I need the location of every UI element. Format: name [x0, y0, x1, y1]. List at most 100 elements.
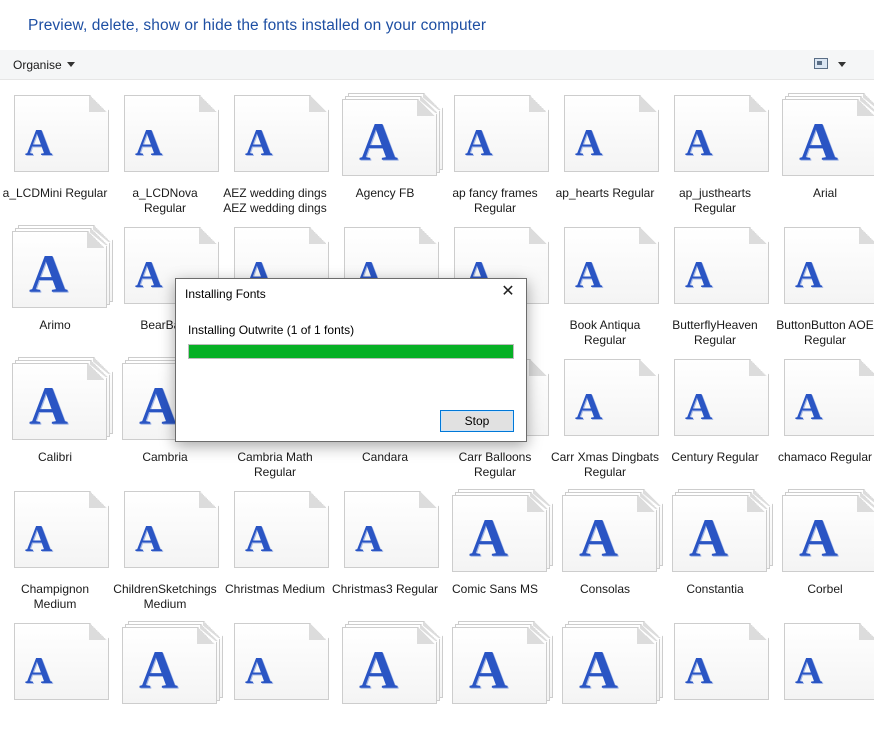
- font-name-label: Arimo: [39, 318, 71, 332]
- font-preview-glyph: A: [579, 640, 618, 700]
- font-name-label: Constantia: [686, 582, 744, 596]
- font-item[interactable]: A Arial: [770, 80, 874, 212]
- font-preview-glyph: A: [465, 122, 493, 164]
- font-item[interactable]: A Champignon Medium: [0, 476, 110, 611]
- document-sheet: A: [672, 495, 767, 572]
- font-file-icon: A: [12, 93, 110, 173]
- font-item[interactable]: A: [220, 608, 330, 729]
- font-item[interactable]: Aa_LCDNova Regular: [110, 80, 220, 215]
- font-file-icon: A: [452, 93, 550, 173]
- font-family-icon: A: [12, 225, 113, 308]
- font-item[interactable]: A Carr Xmas Dingbats Regular: [550, 344, 660, 479]
- font-file-icon: A: [122, 93, 220, 173]
- font-item[interactable]: Aap fancy frames Regular: [440, 80, 550, 215]
- font-item[interactable]: A Arimo: [0, 212, 113, 344]
- document-sheet: A: [782, 99, 874, 176]
- font-preview-glyph: A: [685, 386, 713, 428]
- close-icon[interactable]: ✕: [497, 283, 519, 301]
- install-status-text: Installing Outwrite (1 of 1 fonts): [188, 323, 355, 337]
- font-item[interactable]: A: [770, 608, 874, 729]
- font-family-icon: A: [12, 357, 113, 440]
- font-file-icon: A: [672, 93, 770, 173]
- font-item[interactable]: A Calibri: [0, 344, 113, 476]
- font-preview-glyph: A: [25, 518, 53, 560]
- font-preview-glyph: A: [25, 122, 53, 164]
- font-name-label: Century Regular: [671, 450, 759, 464]
- organise-menu-button[interactable]: Organise: [13, 58, 75, 72]
- font-item[interactable]: A Constantia: [660, 476, 773, 608]
- font-item[interactable]: Aap_justhearts Regular: [660, 80, 770, 215]
- font-item[interactable]: Aa_LCDMini Regular: [0, 80, 110, 212]
- font-item[interactable]: A: [330, 608, 443, 729]
- font-file-icon: A: [232, 621, 330, 701]
- font-preview-glyph: A: [139, 640, 178, 700]
- font-item[interactable]: A ChildrenSketchings Medium: [110, 476, 220, 611]
- font-name-label: chamaco Regular: [777, 450, 873, 464]
- font-file-icon: A: [12, 621, 110, 701]
- change-view-button[interactable]: [814, 58, 850, 72]
- font-item[interactable]: A ButterflyHeaven Regular: [660, 212, 770, 347]
- font-item[interactable]: A: [550, 608, 663, 729]
- stop-button[interactable]: Stop: [440, 410, 514, 432]
- font-preview-glyph: A: [685, 122, 713, 164]
- font-item[interactable]: A: [660, 608, 770, 729]
- document-sheet: A: [564, 359, 659, 436]
- document-sheet: A: [342, 99, 437, 176]
- document-sheet: A: [674, 227, 769, 304]
- font-item[interactable]: Achamaco Regular: [770, 344, 874, 476]
- font-item[interactable]: A AEZ wedding dings AEZ wedding dings: [220, 80, 330, 215]
- font-item[interactable]: Aap_hearts Regular: [550, 80, 660, 212]
- document-sheet: A: [344, 491, 439, 568]
- font-family-icon: A: [122, 621, 223, 704]
- font-preview-glyph: A: [575, 254, 603, 296]
- font-preview-glyph: A: [29, 244, 68, 304]
- font-item[interactable]: A: [440, 608, 553, 729]
- font-family-icon: A: [562, 621, 663, 704]
- font-preview-glyph: A: [575, 122, 603, 164]
- document-sheet: A: [12, 231, 107, 308]
- font-file-icon: A: [12, 489, 110, 569]
- font-preview-glyph: A: [245, 518, 273, 560]
- font-preview-glyph: A: [139, 376, 178, 436]
- installing-fonts-dialog: Installing Fonts ✕ Installing Outwrite (…: [175, 278, 527, 442]
- view-icon: [814, 58, 828, 69]
- font-item[interactable]: A Agency FB: [330, 80, 443, 212]
- font-file-icon: A: [342, 489, 440, 569]
- document-sheet: A: [782, 495, 874, 572]
- font-preview-glyph: A: [355, 518, 383, 560]
- document-sheet: A: [122, 627, 217, 704]
- font-item[interactable]: A: [0, 608, 110, 729]
- font-preview-glyph: A: [685, 254, 713, 296]
- toolbar: Organise: [0, 50, 874, 80]
- document-sheet: A: [784, 623, 874, 700]
- document-sheet: A: [12, 363, 107, 440]
- font-name-label: Consolas: [579, 582, 631, 596]
- font-preview-glyph: A: [795, 650, 823, 692]
- font-family-icon: A: [342, 93, 443, 176]
- font-name-label: Christmas3 Regular: [331, 582, 439, 596]
- font-preview-glyph: A: [799, 508, 838, 568]
- font-item[interactable]: A Century Regular: [660, 344, 770, 476]
- font-item[interactable]: A Comic Sans MS: [440, 476, 553, 608]
- font-item[interactable]: A Consolas: [550, 476, 663, 608]
- document-sheet: A: [124, 491, 219, 568]
- font-name-label: Cambria: [142, 450, 188, 464]
- font-preview-glyph: A: [25, 650, 53, 692]
- dialog-title: Installing Fonts: [185, 287, 266, 301]
- document-sheet: A: [452, 495, 547, 572]
- font-item[interactable]: A Corbel: [770, 476, 874, 608]
- document-sheet: A: [674, 623, 769, 700]
- font-name-label: Arial: [812, 186, 837, 200]
- font-preview-glyph: A: [245, 122, 273, 164]
- font-family-icon: A: [452, 489, 553, 572]
- font-item[interactable]: A: [110, 608, 223, 729]
- font-item[interactable]: A Book Antiqua Regular: [550, 212, 660, 347]
- font-name-label: Christmas Medium: [224, 582, 326, 596]
- font-item[interactable]: A Christmas Medium: [220, 476, 330, 608]
- font-item[interactable]: A ButtonButton AOE Regular: [770, 212, 874, 347]
- font-file-icon: A: [672, 357, 770, 437]
- document-sheet: A: [562, 627, 657, 704]
- font-family-icon: A: [782, 93, 874, 176]
- document-sheet: A: [234, 491, 329, 568]
- font-item[interactable]: A Christmas3 Regular: [330, 476, 440, 608]
